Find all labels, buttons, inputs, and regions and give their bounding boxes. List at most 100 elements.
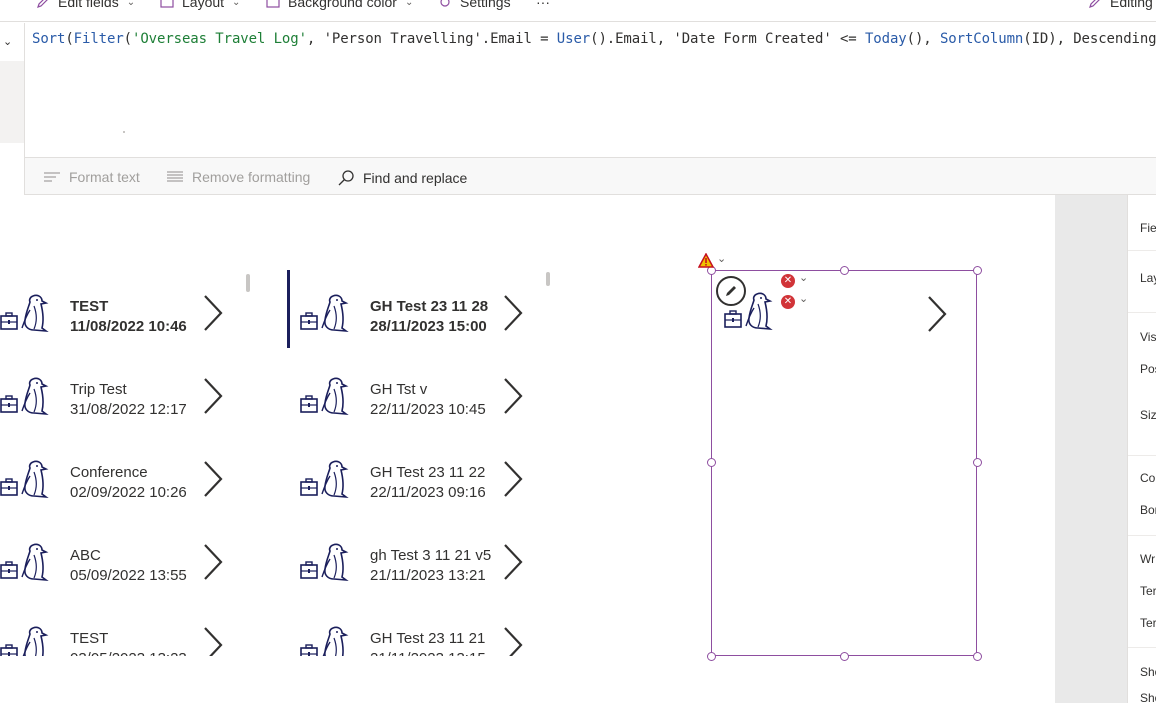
formula-token: (), (906, 31, 940, 47)
penguin-briefcase-icon (300, 458, 352, 502)
property-label: Bor (1140, 503, 1156, 517)
chevron-down-icon: ⌄ (232, 0, 241, 8)
editing-mode-button[interactable]: Editing (1088, 0, 1153, 12)
property-label: Fie (1140, 221, 1156, 235)
trip-title: Trip Test (70, 381, 127, 398)
resize-handle[interactable] (973, 458, 982, 467)
trip-date: 21/11/2023 13:15 (370, 650, 486, 656)
chevron-right-icon[interactable] (202, 377, 224, 415)
penguin-briefcase-icon (0, 375, 52, 419)
gallery-row[interactable]: TEST 11/08/2022 10:46 (0, 292, 260, 352)
remove-formatting-icon (167, 171, 183, 182)
editing-label: Editing (1110, 0, 1153, 10)
gallery-row[interactable]: TEST 03/05/2023 13:23 (0, 624, 260, 656)
settings-label: Settings (460, 0, 511, 10)
penguin-briefcase-icon (0, 458, 52, 502)
trip-date: 21/11/2023 13:21 (370, 567, 486, 584)
trip-title: TEST (70, 298, 109, 315)
gallery-row[interactable]: Trip Test 31/08/2022 12:17 (0, 375, 260, 435)
edit-fields-button[interactable]: Edit fields ⌄ (36, 0, 135, 12)
layout-label: Layout (182, 0, 225, 10)
gallery-row[interactable]: GH Test 23 11 22 22/11/2023 09:16 (300, 458, 560, 518)
trip-title: ABC (70, 547, 101, 564)
penguin-briefcase-icon (724, 290, 776, 334)
resize-handle[interactable] (840, 266, 849, 275)
canvas-margin (1055, 195, 1127, 703)
divider (1128, 647, 1156, 648)
formula-format-bar: Format text Remove formatting Find and r… (24, 157, 1156, 195)
selected-row-indicator (287, 270, 290, 348)
gallery-left-scrollbar[interactable] (246, 274, 250, 292)
settings-button[interactable]: Settings (438, 0, 511, 12)
formula-token: Sort (32, 31, 66, 47)
trip-date: 28/11/2023 15:00 (370, 318, 487, 335)
trip-date: 05/09/2022 13:55 (70, 567, 187, 584)
gallery-right[interactable]: GH Test 23 11 28 28/11/2023 15:00 GH Tst … (300, 270, 560, 656)
formula-token: ().Email, 'Date Form Created' <= (590, 31, 865, 47)
gallery-row[interactable]: Conference 02/09/2022 10:26 (0, 458, 260, 518)
find-replace-button[interactable]: Find and replace (337, 169, 467, 187)
chevron-right-icon[interactable] (502, 377, 524, 415)
gallery-right-scrollbar[interactable] (546, 272, 550, 286)
chevron-down-icon: ⌄ (404, 0, 414, 8)
chevron-right-icon[interactable] (202, 543, 224, 581)
gallery-left[interactable]: TEST 11/08/2022 10:46 Trip Test 31/08/2022… (0, 270, 260, 656)
chevron-down-icon[interactable]: ⌄ (799, 271, 808, 284)
gallery-row[interactable]: ABC 05/09/2022 13:55 (0, 541, 260, 601)
resize-handle[interactable] (707, 652, 716, 661)
gallery-row[interactable]: gh Test 3 11 21 v5 21/11/2023 13:21 (300, 541, 560, 601)
penguin-briefcase-icon (0, 624, 52, 656)
warning-icon[interactable] (698, 253, 714, 268)
trip-date: 11/08/2022 10:46 (70, 318, 187, 335)
divider (1128, 250, 1156, 251)
property-label: Ter (1140, 616, 1156, 630)
trip-title: GH Test 23 11 21 (370, 630, 486, 647)
command-bar: Edit fields ⌄ Layout ⌄ Background color … (0, 0, 1156, 22)
property-label: Siz (1140, 408, 1156, 422)
chevron-right-icon[interactable] (202, 294, 224, 332)
more-button[interactable]: ··· (536, 0, 550, 12)
error-icon[interactable]: ✕ (781, 295, 795, 309)
gallery-row[interactable]: GH Tst v 22/11/2023 10:45 (300, 375, 560, 435)
property-label: Vis (1140, 330, 1156, 344)
background-color-label: Background color (288, 0, 397, 10)
formula-input[interactable]: Sort(Filter('Overseas Travel Log', 'Pers… (32, 31, 1156, 47)
resize-handle[interactable] (973, 652, 982, 661)
chevron-right-icon[interactable] (502, 460, 524, 498)
chevron-right-icon[interactable] (926, 295, 948, 333)
gallery-row[interactable]: GH Test 23 11 28 28/11/2023 15:00 (300, 292, 560, 352)
layout-icon (160, 0, 174, 8)
divider (1128, 312, 1156, 313)
chevron-down-icon[interactable]: ⌄ (717, 252, 726, 265)
chevron-right-icon[interactable] (502, 626, 524, 656)
error-icon[interactable]: ✕ (781, 274, 795, 288)
find-replace-label: Find and replace (363, 170, 468, 186)
trip-date: 22/11/2023 10:45 (370, 401, 486, 418)
chevron-right-icon[interactable] (502, 543, 524, 581)
gallery-row[interactable]: GH Test 23 11 21 21/11/2023 13:15 (300, 624, 560, 656)
resize-handle[interactable] (973, 266, 982, 275)
chevron-right-icon[interactable] (502, 294, 524, 332)
penguin-briefcase-icon (0, 541, 52, 585)
trip-date: 03/05/2023 13:23 (70, 650, 187, 656)
layout-button[interactable]: Layout ⌄ (160, 0, 240, 12)
format-text-label: Format text (69, 169, 140, 185)
chevron-down-icon[interactable]: ⌄ (799, 292, 808, 305)
pencil-icon (37, 0, 48, 8)
paint-icon (266, 0, 280, 8)
chevron-right-icon[interactable] (202, 626, 224, 656)
penguin-briefcase-icon (300, 624, 352, 656)
formula-token: ( (123, 31, 132, 47)
formula-token: (ID), Descending) (1023, 31, 1156, 47)
format-text-button[interactable]: Format text (43, 169, 140, 185)
resize-handle[interactable] (840, 652, 849, 661)
expand-chevron-icon[interactable]: ⌄ (3, 35, 12, 48)
remove-formatting-button[interactable]: Remove formatting (166, 169, 310, 185)
background-color-button[interactable]: Background color ⌄ (266, 0, 413, 12)
formula-token: ( (65, 31, 74, 47)
chevron-right-icon[interactable] (202, 460, 224, 498)
resize-handle[interactable] (707, 458, 716, 467)
trip-title: Conference (70, 464, 148, 481)
formula-bar[interactable]: Sort(Filter('Overseas Travel Log', 'Pers… (24, 23, 1156, 157)
formula-token: Today (864, 31, 907, 47)
